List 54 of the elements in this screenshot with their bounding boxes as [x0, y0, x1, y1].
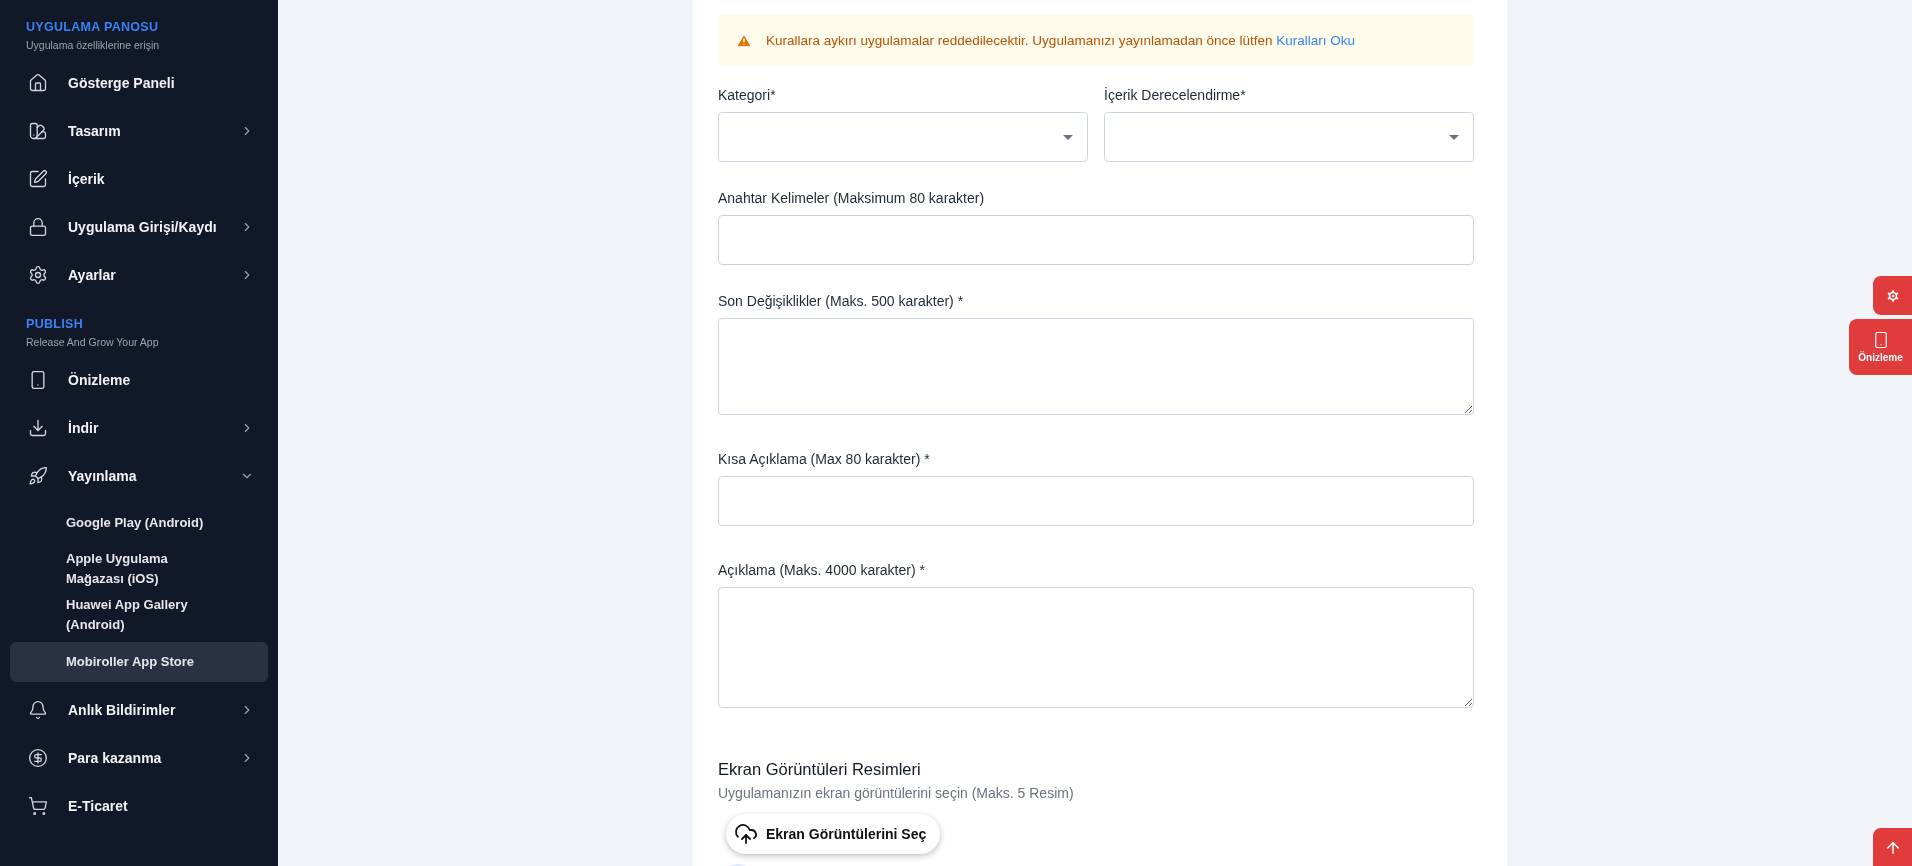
sidebar-subitem[interactable]: Google Play (Android) — [10, 500, 268, 546]
dollar-icon — [28, 748, 48, 768]
warning-icon — [736, 32, 752, 49]
field-label: Kategori* — [718, 87, 777, 103]
preview-button[interactable]: Önizleme — [1849, 319, 1912, 375]
sidebar-item[interactable]: Ayarlar — [10, 251, 268, 299]
rocket-icon — [28, 466, 48, 486]
field-label: Son Değişiklikler (Maks. 500 karakter) * — [718, 293, 965, 309]
sidebar-item[interactable]: İndir — [10, 404, 268, 452]
lock-icon — [28, 217, 48, 237]
sidebar-item[interactable]: Para kazanma — [10, 734, 268, 782]
swatch-icon — [28, 121, 48, 141]
sidebar-item[interactable]: Uygulama Girişi/Kaydı — [10, 203, 268, 251]
sidebar-item[interactable]: Gösterge Paneli — [10, 59, 268, 107]
select-field[interactable] — [718, 112, 1088, 162]
upload-icon — [734, 822, 758, 846]
textarea-field[interactable] — [718, 318, 1474, 415]
sidebar-subitem[interactable]: Huawei App Gallery (Android) — [10, 592, 268, 638]
section-title: UYGULAMA PANOSU — [25, 20, 160, 34]
rules-link[interactable]: Kuralları Oku — [1276, 33, 1356, 48]
sidebar-item[interactable]: Tasarım — [10, 107, 268, 155]
settings-button[interactable] — [1873, 276, 1912, 315]
settings-icon — [1884, 287, 1901, 304]
sidebar-item[interactable]: Yayınlama — [10, 452, 268, 500]
home-icon — [28, 73, 48, 93]
scroll-top-button[interactable] — [1873, 828, 1912, 866]
caret-icon — [1063, 134, 1073, 140]
edit-icon — [28, 169, 48, 189]
field-label: Anahtar Kelimeler (Maksimum 80 karakter) — [718, 190, 986, 206]
caret-icon — [1449, 134, 1459, 140]
input-field[interactable] — [718, 476, 1474, 526]
upload-button[interactable]: Ekran Görüntülerini Seç — [726, 814, 941, 854]
section-subtitle: Release And Grow Your App — [25, 336, 160, 348]
sidebar-subitem[interactable]: Apple Uygulama Mağazası (iOS) — [10, 546, 268, 592]
section-title: PUBLISH — [25, 317, 84, 331]
select-field[interactable] — [1104, 112, 1474, 162]
section-description: Uygulamanızın ekran görüntülerini seçin (Maks. 5 Resim) — [718, 785, 1075, 801]
sidebar-item[interactable]: Anlık Bildirimler — [10, 686, 268, 734]
bell-icon — [28, 700, 48, 720]
section-heading: Ekran Görüntüleri Resimleri — [718, 760, 922, 779]
sidebar-item[interactable]: E-Ticaret — [10, 782, 268, 830]
alert-text: Kurallara aykırı uygulamalar reddedilecektir. Uygulamanızı yayınlamadan önce lütfen Kuralları Oku — [766, 33, 1356, 48]
sidebar-item[interactable]: Önizleme — [10, 356, 268, 404]
sidebar-subitem[interactable]: Mobiroller App Store — [10, 642, 268, 682]
download-icon — [28, 418, 48, 438]
settings-icon — [28, 265, 48, 285]
field-label: İçerik Derecelendirme* — [1104, 87, 1247, 103]
field-label: Kısa Açıklama (Max 80 karakter) * — [718, 451, 931, 467]
section-subtitle: Uygulama özelliklerine erişin — [25, 39, 161, 51]
input-field[interactable] — [718, 215, 1474, 265]
textarea-field[interactable] — [718, 587, 1474, 708]
field-label: Açıklama (Maks. 4000 karakter) * — [718, 562, 926, 578]
sidebar-item[interactable]: İçerik — [10, 155, 268, 203]
cart-icon — [28, 796, 48, 816]
